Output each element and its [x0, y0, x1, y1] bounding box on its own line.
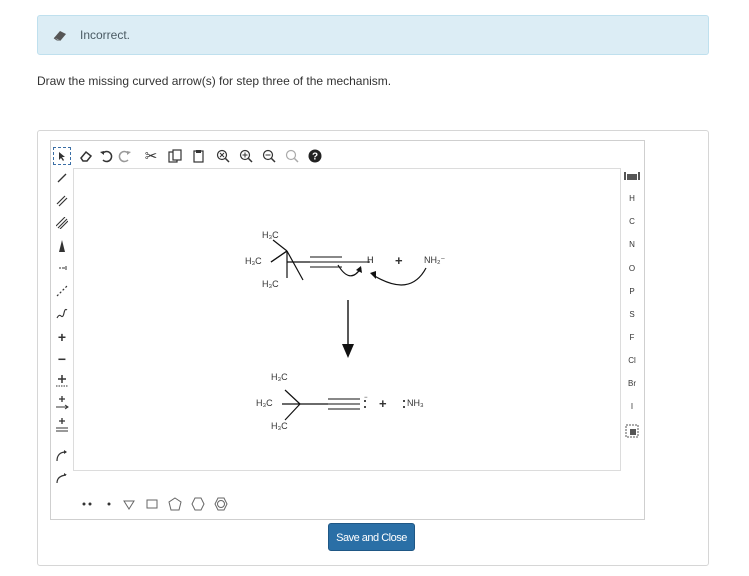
atom-o[interactable]: O	[623, 264, 641, 273]
cyclohexane-icon[interactable]	[189, 496, 207, 512]
atom-cl[interactable]: Cl	[623, 356, 641, 365]
methyl-label: H₃C	[245, 256, 262, 266]
save-and-close-button[interactable]: Save and Close	[328, 523, 415, 551]
lone-pair-icon[interactable]	[79, 496, 95, 512]
cyclopropane-icon[interactable]	[120, 496, 138, 512]
ammonia-label: NH₃	[407, 398, 424, 408]
atom-br[interactable]: Br	[623, 379, 641, 388]
methyl-label: H₃C	[271, 421, 288, 431]
periodic-table-icon[interactable]	[623, 170, 641, 182]
methyl-label: H₃C	[256, 398, 273, 408]
benzene-icon[interactable]	[212, 496, 230, 512]
amide-label: NH₂⁻	[424, 255, 446, 265]
radical-icon[interactable]	[101, 496, 117, 512]
atom-s[interactable]: S	[623, 310, 641, 319]
cyclobutane-icon[interactable]	[143, 496, 161, 512]
methyl-label: H₃C	[262, 279, 279, 289]
plus-sign: +	[395, 253, 403, 268]
atom-p[interactable]: P	[623, 287, 641, 296]
cyclopentane-icon[interactable]	[166, 496, 184, 512]
atom-n[interactable]: N	[623, 240, 641, 249]
atom-i[interactable]: I	[623, 402, 641, 411]
atom-c[interactable]: C	[623, 217, 641, 226]
methyl-label: H₃C	[271, 372, 288, 382]
atom-f[interactable]: F	[623, 333, 641, 342]
plus-sign: +	[379, 396, 387, 411]
methyl-label: H₃C	[262, 230, 279, 240]
atom-h[interactable]: H	[623, 194, 641, 203]
hydrogen-atom-label: H	[367, 255, 374, 265]
svg-text:−: −	[364, 395, 368, 401]
template-icon[interactable]	[623, 424, 641, 440]
